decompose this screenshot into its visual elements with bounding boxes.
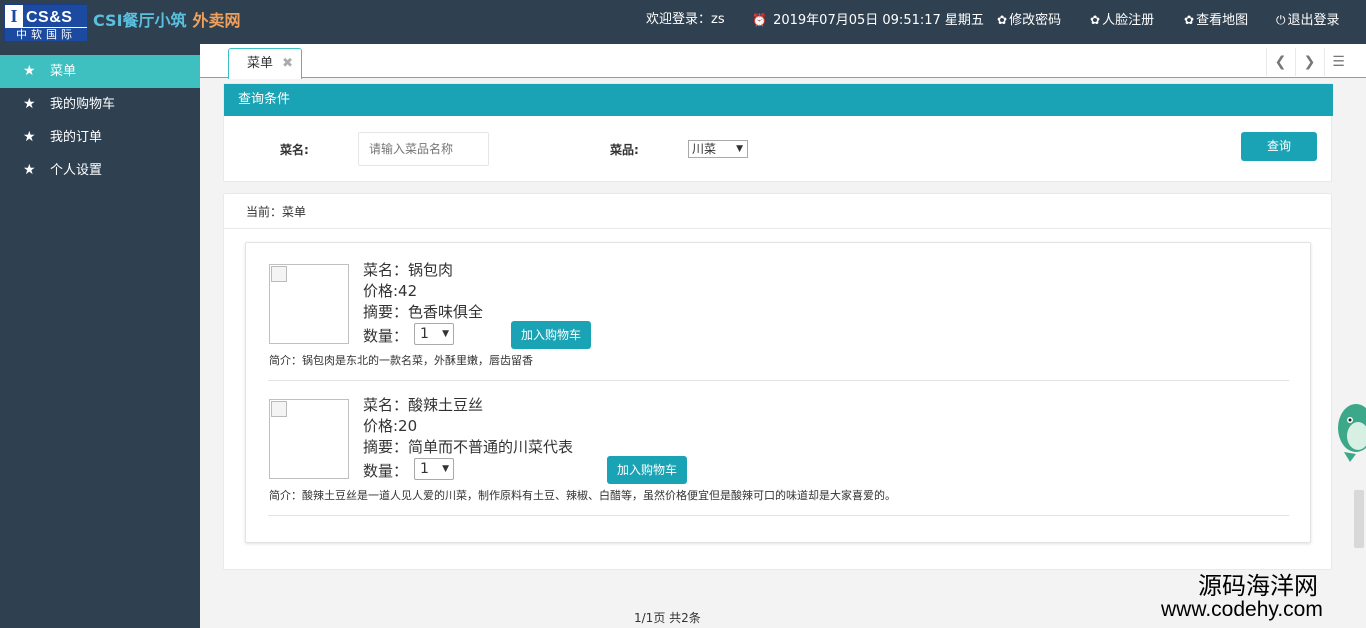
logout-link[interactable]: ⏻ 退出登录 — [1276, 0, 1340, 44]
mascot-image — [1338, 404, 1366, 462]
top-header: I CS&S 中软国际 CSI餐厅小筑 外卖网 欢迎登录：zs ⏰ 2019年07月… — [0, 0, 1366, 44]
tab-options-button[interactable]: ☰ — [1324, 48, 1352, 76]
divider — [224, 228, 1331, 229]
change-password-link[interactable]: ✿ 修改密码 — [997, 0, 1061, 44]
dish-summary: 摘要：色香味俱全 — [363, 303, 484, 321]
category-label: 菜品: — [610, 143, 639, 157]
sidebar-item-menu[interactable]: ★ 菜单 — [0, 55, 200, 88]
dish-item: 菜名：锅包肉 价格:42 摘要：色香味俱全 数量： 1 ▼ 加入购物车 简介：锅… — [246, 243, 1312, 381]
watermark-title: 源码海洋网 — [1198, 572, 1318, 600]
dish-item: 菜名：酸辣土豆丝 价格:20 摘要：简单而不普通的川菜代表 数量： 1 ▼ 加入… — [246, 378, 1312, 516]
tab-bar: 菜单 ✖ ❮ ❯ ☰ — [200, 44, 1366, 79]
dish-image — [269, 399, 349, 479]
add-to-cart-button[interactable]: 加入购物车 — [511, 321, 591, 349]
dish-price: 价格:42 — [363, 282, 418, 300]
sidebar: ★ 菜单 ★ 我的购物车 ★ 我的订单 ★ 个人设置 — [0, 44, 200, 628]
dish-name-label: 菜名: — [280, 143, 309, 157]
category-select[interactable]: 川菜 ▼ — [688, 140, 748, 158]
brand-main: CSI餐厅小筑 — [93, 11, 187, 30]
divider — [268, 515, 1289, 516]
face-register-link[interactable]: ✿ 人脸注册 — [1090, 0, 1154, 44]
power-icon: ⏻ — [1276, 13, 1286, 27]
list-icon: ☰ — [1332, 54, 1345, 70]
quantity-label: 数量： — [363, 327, 409, 345]
view-map-link[interactable]: ✿ 查看地图 — [1184, 0, 1248, 44]
menu-content-panel: 当前：菜单 菜名：锅包肉 价格:42 摘要：色香味俱全 数量： 1 ▼ 加入购物… — [223, 193, 1332, 570]
sidebar-item-orders[interactable]: ★ 我的订单 — [0, 121, 200, 154]
add-to-cart-button[interactable]: 加入购物车 — [607, 456, 687, 484]
star-icon: ★ — [23, 129, 36, 145]
star-icon: ★ — [23, 162, 36, 178]
caret-down-icon: ▼ — [736, 144, 743, 154]
quantity-select[interactable]: 1 ▼ — [414, 458, 454, 480]
site-brand: CSI餐厅小筑 外卖网 — [93, 10, 241, 32]
query-panel: 查询条件 菜名: 菜品: 川菜 ▼ 查询 — [223, 83, 1333, 182]
welcome-text: 欢迎登录：zs — [646, 12, 725, 27]
quantity-label: 数量： — [363, 462, 409, 480]
caret-down-icon: ▼ — [442, 329, 449, 339]
chevron-left-icon: ❮ — [1274, 54, 1287, 70]
gear-icon: ✿ — [997, 13, 1008, 27]
dish-name: 菜名：酸辣土豆丝 — [363, 396, 484, 414]
quantity-select[interactable]: 1 ▼ — [414, 323, 454, 345]
dish-description: 简介：锅包肉是东北的一款名菜，外酥里嫩，唇齿留香 — [269, 354, 533, 367]
dish-name-input[interactable] — [358, 132, 489, 166]
watermark-url: www.codehy.com — [1161, 598, 1323, 621]
breadcrumb: 当前：菜单 — [246, 205, 307, 219]
sidebar-item-cart[interactable]: ★ 我的购物车 — [0, 88, 200, 121]
tab-menu[interactable]: 菜单 ✖ — [228, 48, 302, 79]
close-icon[interactable]: ✖ — [282, 49, 293, 79]
query-button[interactable]: 查询 — [1241, 132, 1317, 161]
alarm-clock-icon: ⏰ — [752, 13, 767, 27]
tab-scroll-right-button[interactable]: ❯ — [1295, 48, 1323, 76]
dish-description: 简介：酸辣土豆丝是一道人见人爱的川菜，制作原料有土豆、辣椒、白醋等，虽然价格便宜… — [269, 489, 896, 502]
company-logo: I CS&S 中软国际 — [4, 4, 87, 41]
sidebar-item-settings[interactable]: ★ 个人设置 — [0, 154, 200, 187]
dish-image — [269, 264, 349, 344]
page-scrollbar[interactable] — [1354, 490, 1364, 548]
gear-icon: ✿ — [1184, 13, 1195, 27]
caret-down-icon: ▼ — [442, 464, 449, 474]
dish-name: 菜名：锅包肉 — [363, 261, 454, 279]
pagination-info: 1/1页 共2条 — [634, 611, 701, 625]
gear-icon: ✿ — [1090, 13, 1101, 27]
star-icon: ★ — [23, 63, 36, 79]
star-icon: ★ — [23, 96, 36, 112]
dish-list-card: 菜名：锅包肉 价格:42 摘要：色香味俱全 数量： 1 ▼ 加入购物车 简介：锅… — [245, 242, 1311, 543]
brand-sub: 外卖网 — [192, 11, 241, 30]
tab-scroll-left-button[interactable]: ❮ — [1266, 48, 1294, 76]
datetime-display: ⏰ 2019年07月05日 09:51:17 星期五 — [752, 13, 984, 28]
dish-price: 价格:20 — [363, 417, 418, 435]
query-panel-title: 查询条件 — [224, 84, 1333, 116]
chevron-right-icon: ❯ — [1303, 54, 1316, 70]
dish-summary: 摘要：简单而不普通的川菜代表 — [363, 438, 574, 456]
